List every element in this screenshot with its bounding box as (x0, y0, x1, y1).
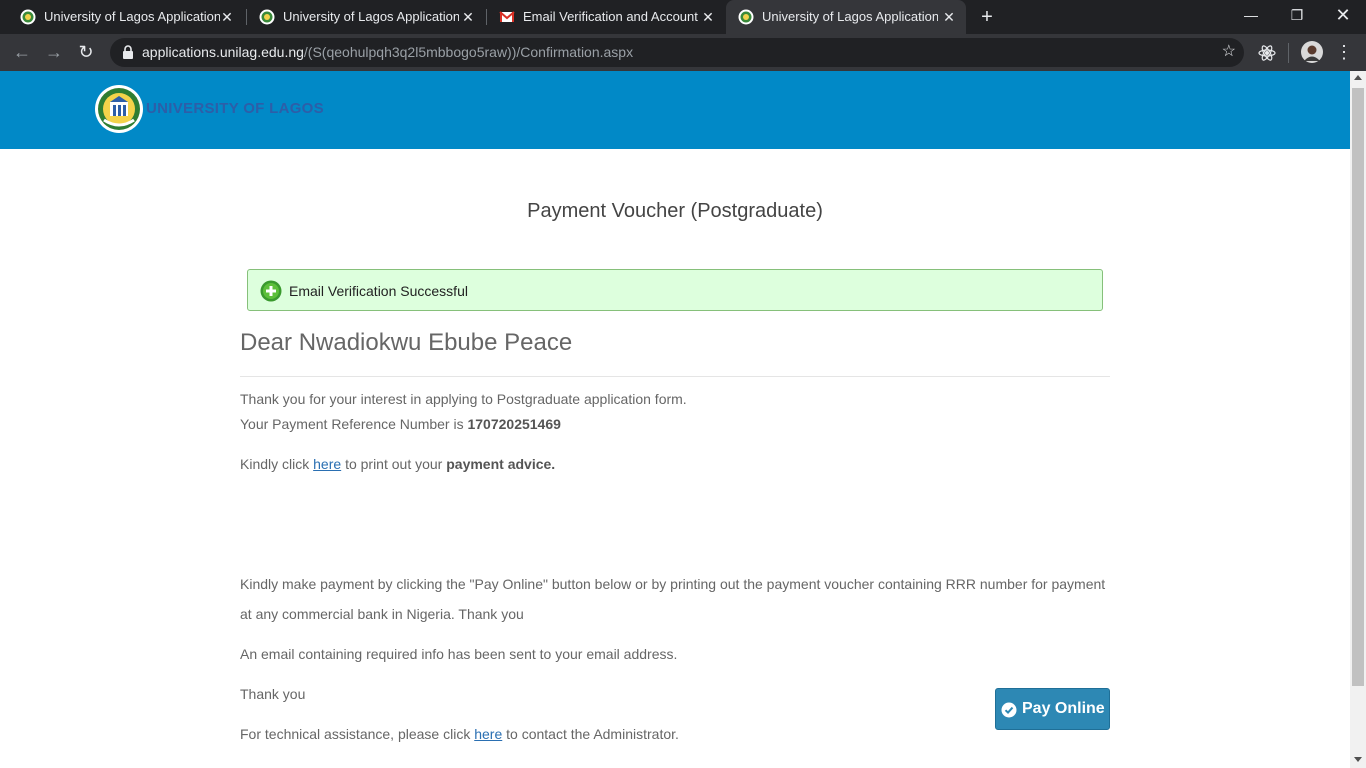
scrollbar-thumb[interactable] (1352, 88, 1364, 686)
reload-icon[interactable]: ↻ (74, 40, 98, 64)
help-prefix: For technical assistance, please click (240, 726, 471, 742)
plus-circle-icon (260, 280, 282, 302)
tab-title: University of Lagos Application P (44, 9, 220, 24)
browser-tab-bar: University of Lagos Application P ✕ Univ… (0, 0, 1366, 34)
close-tab-icon[interactable]: ✕ (699, 8, 717, 26)
forward-icon[interactable]: → (42, 40, 66, 64)
tab-title: Email Verification and Account A (523, 9, 699, 24)
instructions-text-1: Kindly make payment by clicking the "Pay… (240, 576, 1106, 592)
browser-toolbar: ← → ↻ applications.unilag.edu.ng/(S(qeoh… (0, 34, 1366, 71)
page-title: Payment Voucher (Postgraduate) (527, 200, 823, 222)
browser-tab[interactable]: University of Lagos Application P ✕ (247, 0, 485, 34)
restore-icon[interactable]: ❐ (1274, 0, 1320, 32)
university-brand-name: UNIVERSITY OF LAGOS (146, 100, 324, 117)
alert-message: Email Verification Successful (289, 283, 468, 299)
scroll-down-icon[interactable] (1354, 757, 1362, 762)
reference-line: Your Payment Reference Number is 1707202… (240, 414, 561, 434)
menu-kebab-icon[interactable]: ⋮ (1332, 40, 1356, 64)
profile-avatar[interactable] (1301, 41, 1323, 63)
lock-icon (123, 45, 133, 59)
unilag-logo (95, 85, 143, 133)
browser-tab[interactable]: University of Lagos Application P ✕ (8, 0, 244, 34)
toolbar-divider (1288, 43, 1289, 63)
unilag-favicon-icon (259, 9, 275, 25)
payment-advice-link[interactable]: here (313, 456, 341, 472)
advice-bold: payment advice. (446, 456, 556, 472)
help-suffix: to contact the Administrator. (506, 726, 679, 742)
close-tab-icon[interactable]: ✕ (218, 8, 236, 26)
web-page: UNIVERSITY OF LAGOS Payment Voucher (Pos… (0, 71, 1350, 768)
site-header: UNIVERSITY OF LAGOS (0, 71, 1350, 149)
technical-assistance-line: For technical assistance, please click h… (240, 719, 679, 749)
check-circle-icon (1001, 702, 1017, 718)
unilag-favicon-icon (20, 9, 36, 25)
url-host: applications.unilag.edu.ng (142, 44, 304, 60)
advice-prefix: Kindly click (240, 456, 310, 472)
extension-icon[interactable] (1256, 42, 1278, 64)
thank-you-text: Thank you (240, 686, 306, 702)
advice-middle: to print out your (345, 456, 443, 472)
divider (240, 376, 1110, 377)
interest-text: Thank you for your interest in applying … (240, 391, 687, 407)
gmail-icon (499, 11, 515, 22)
reference-number: 170720251469 (467, 416, 561, 432)
payment-advice-line: Kindly click here to print out your paym… (240, 454, 555, 474)
tab-title: University of Lagos Application P (762, 9, 938, 24)
email-sent-text: An email containing required info has be… (240, 646, 678, 662)
pay-online-button[interactable]: Pay Online (995, 688, 1110, 730)
reference-label: Your Payment Reference Number is (240, 416, 464, 432)
instructions-text-2: at any commercial bank in Nigeria. Thank… (240, 606, 524, 622)
url-path: /(S(qeohulpqh3q2l5mbbogo5raw))/Confirmat… (303, 44, 634, 60)
pay-online-label: Pay Online (1022, 700, 1105, 717)
back-icon[interactable]: ← (10, 40, 34, 64)
window-close-icon[interactable]: ✕ (1320, 0, 1366, 32)
address-bar[interactable]: applications.unilag.edu.ng/(S(qeohulpqh3… (110, 38, 1244, 67)
browser-tab-active[interactable]: University of Lagos Application P ✕ (726, 0, 966, 34)
new-tab-icon[interactable]: + (976, 6, 998, 28)
contact-admin-link[interactable]: here (474, 726, 502, 742)
scroll-up-icon[interactable] (1354, 75, 1362, 80)
bookmark-star-icon[interactable]: ☆ (1222, 43, 1236, 61)
success-alert: Email Verification Successful (247, 269, 1103, 311)
unilag-favicon-icon (738, 9, 754, 25)
minimize-icon[interactable]: — (1228, 0, 1274, 32)
page-scrollbar[interactable] (1350, 71, 1366, 768)
url-text[interactable]: applications.unilag.edu.ng/(S(qeohulpqh3… (142, 44, 633, 61)
greeting-heading: Dear Nwadiokwu Ebube Peace (240, 329, 573, 356)
tab-title: University of Lagos Application P (283, 9, 459, 24)
browser-tab[interactable]: Email Verification and Account A ✕ (487, 0, 725, 34)
close-tab-icon[interactable]: ✕ (459, 8, 477, 26)
close-tab-icon[interactable]: ✕ (940, 8, 958, 26)
